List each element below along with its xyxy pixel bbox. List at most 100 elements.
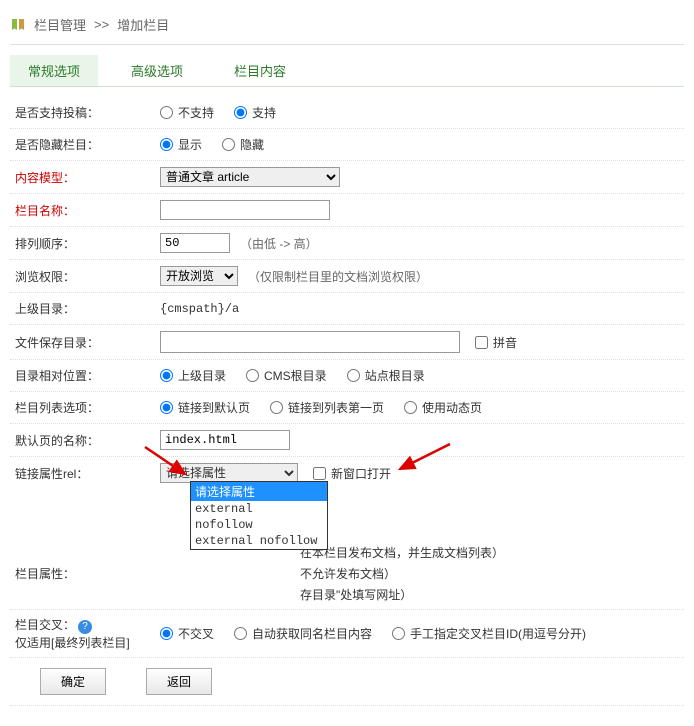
dropdown-option[interactable]: 请选择属性 xyxy=(191,482,327,501)
radio-show[interactable]: 显示 xyxy=(160,136,202,153)
select-rel[interactable]: 请选择属性 xyxy=(160,463,298,483)
radio-hide[interactable]: 隐藏 xyxy=(222,136,264,153)
radio-input[interactable] xyxy=(270,401,283,414)
attr-hint-3: 存目录"处填写网址） xyxy=(300,586,412,603)
radio-label: 上级目录 xyxy=(178,367,226,384)
row-submit: 是否支持投稿： 不支持 支持 xyxy=(10,97,684,129)
radio-label: 隐藏 xyxy=(240,136,264,153)
select-model[interactable]: 普通文章 article xyxy=(160,167,340,187)
radio-linkfirst[interactable]: 链接到列表第一页 xyxy=(270,399,384,416)
radio-support[interactable]: 支持 xyxy=(234,104,276,121)
row-name: 栏目名称： xyxy=(10,194,684,227)
label-relpos: 目录相对位置： xyxy=(10,367,160,384)
label-cross-note: 仅适用[最终列表栏目] xyxy=(15,636,130,650)
radio-label: 不支持 xyxy=(178,104,214,121)
row-savedir: 文件保存目录： 拼音 xyxy=(10,325,684,360)
radio-dynpage[interactable]: 使用动态页 xyxy=(404,399,482,416)
radio-input[interactable] xyxy=(160,138,173,151)
label-defpage: 默认页的名称： xyxy=(10,432,160,449)
label-hidden: 是否隐藏栏目： xyxy=(10,136,160,153)
checkbox-label: 拼音 xyxy=(493,334,517,351)
radio-input[interactable] xyxy=(404,401,417,414)
row-listopt: 栏目列表选项： 链接到默认页 链接到列表第一页 使用动态页 xyxy=(10,392,684,424)
radio-input[interactable] xyxy=(222,138,235,151)
row-model: 内容模型： 普通文章 article xyxy=(10,161,684,194)
tab-content[interactable]: 栏目内容 xyxy=(216,55,304,86)
row-relpos: 目录相对位置： 上级目录 CMS根目录 站点根目录 xyxy=(10,360,684,392)
label-savedir: 文件保存目录： xyxy=(10,334,160,351)
radio-label: 不交叉 xyxy=(178,625,214,642)
label-attr: 栏目属性： xyxy=(10,565,160,582)
book-icon xyxy=(10,17,26,33)
radio-input[interactable] xyxy=(160,401,173,414)
breadcrumb-item: 增加栏目 xyxy=(117,15,169,34)
label-listopt: 栏目列表选项： xyxy=(10,399,160,416)
label-cross: 栏目交叉：? 仅适用[最终列表栏目] xyxy=(10,616,160,651)
hint-perm: （仅限制栏目里的文档浏览权限） xyxy=(248,268,428,285)
radio-nosupport[interactable]: 不支持 xyxy=(160,104,214,121)
radio-input[interactable] xyxy=(246,369,259,382)
form-container: 是否支持投稿： 不支持 支持 是否隐藏栏目： 显示 隐藏 内容模型： 普通文章 … xyxy=(10,87,684,716)
radio-input[interactable] xyxy=(160,106,173,119)
label-perm: 浏览权限： xyxy=(10,268,160,285)
radio-siteroot[interactable]: 站点根目录 xyxy=(347,367,425,384)
row-hidden: 是否隐藏栏目： 显示 隐藏 xyxy=(10,129,684,161)
radio-label: 站点根目录 xyxy=(365,367,425,384)
radio-label: CMS根目录 xyxy=(264,367,327,384)
select-perm[interactable]: 开放浏览 xyxy=(160,266,238,286)
footer-buttons: 确定 返回 xyxy=(10,658,684,706)
breadcrumb-separator: >> xyxy=(94,17,109,32)
radio-label: 显示 xyxy=(178,136,202,153)
radio-label: 自动获取同名栏目内容 xyxy=(252,625,372,642)
radio-input[interactable] xyxy=(160,627,173,640)
back-button[interactable]: 返回 xyxy=(146,668,212,695)
label-parent: 上级目录： xyxy=(10,300,160,317)
value-parent: {cmspath}/a xyxy=(160,302,684,316)
input-name[interactable] xyxy=(160,200,330,220)
row-defpage: 默认页的名称： xyxy=(10,424,684,457)
ok-button[interactable]: 确定 xyxy=(40,668,106,695)
checkbox-newwin[interactable]: 新窗口打开 xyxy=(313,465,391,482)
row-perm: 浏览权限： 开放浏览 （仅限制栏目里的文档浏览权限） xyxy=(10,260,684,293)
label-sort: 排列顺序： xyxy=(10,235,160,252)
radio-label: 链接到默认页 xyxy=(178,399,250,416)
hint-sort: （由低 -> 高） xyxy=(240,235,318,252)
radio-linkdef[interactable]: 链接到默认页 xyxy=(160,399,250,416)
radio-autocross[interactable]: 自动获取同名栏目内容 xyxy=(234,625,372,642)
checkbox-pinyin[interactable]: 拼音 xyxy=(475,334,517,351)
radio-input[interactable] xyxy=(392,627,405,640)
radio-label: 支持 xyxy=(252,104,276,121)
checkbox-input[interactable] xyxy=(475,336,488,349)
row-sort: 排列顺序： （由低 -> 高） xyxy=(10,227,684,260)
dropdown-option[interactable]: external xyxy=(191,501,327,517)
input-defpage[interactable] xyxy=(160,430,290,450)
input-savedir[interactable] xyxy=(160,331,460,353)
radio-cmsroot[interactable]: CMS根目录 xyxy=(246,367,327,384)
radio-label: 手工指定交叉栏目ID(用逗号分开) xyxy=(410,625,586,642)
tab-advanced[interactable]: 高级选项 xyxy=(113,55,201,86)
radio-manualcross[interactable]: 手工指定交叉栏目ID(用逗号分开) xyxy=(392,625,586,642)
radio-input[interactable] xyxy=(234,627,247,640)
breadcrumb-item[interactable]: 栏目管理 xyxy=(34,15,86,34)
radio-nocross[interactable]: 不交叉 xyxy=(160,625,214,642)
input-sort[interactable] xyxy=(160,233,230,253)
dropdown-option[interactable]: external nofollow xyxy=(191,533,327,549)
radio-upper[interactable]: 上级目录 xyxy=(160,367,226,384)
dropdown-rel-options: 请选择属性 external nofollow external nofollo… xyxy=(190,481,328,550)
radio-input[interactable] xyxy=(347,369,360,382)
tab-general[interactable]: 常规选项 xyxy=(10,55,98,86)
label-model: 内容模型： xyxy=(10,169,160,186)
label-submit: 是否支持投稿： xyxy=(10,104,160,121)
help-icon[interactable]: ? xyxy=(78,620,92,634)
dropdown-option[interactable]: nofollow xyxy=(191,517,327,533)
checkbox-label: 新窗口打开 xyxy=(331,465,391,482)
checkbox-input[interactable] xyxy=(313,467,326,480)
radio-input[interactable] xyxy=(234,106,247,119)
label-cross-text: 栏目交叉： xyxy=(15,618,75,632)
radio-input[interactable] xyxy=(160,369,173,382)
row-attr: 栏目属性： 在本栏目发布文档，并生成文档列表） 不允许发布文档） 存目录"处填写… xyxy=(10,489,684,610)
row-rel: 链接属性rel： 请选择属性 新窗口打开 请选择属性 external nofo… xyxy=(10,457,684,489)
radio-label: 链接到列表第一页 xyxy=(288,399,384,416)
radio-label: 使用动态页 xyxy=(422,399,482,416)
breadcrumb-header: 栏目管理 >> 增加栏目 xyxy=(10,10,684,45)
